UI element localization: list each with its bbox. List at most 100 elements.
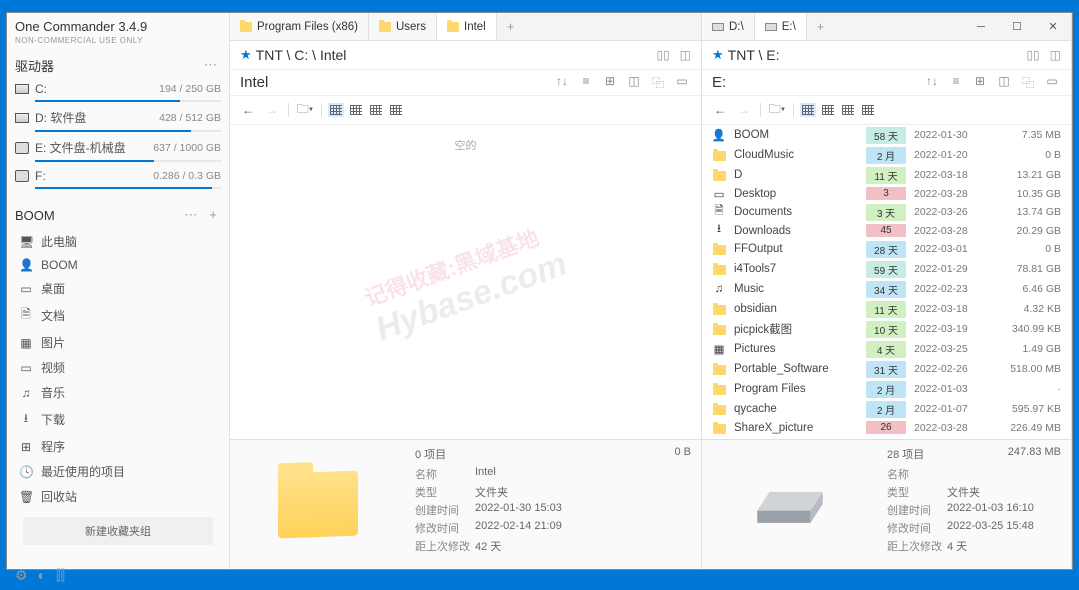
left-new-tab-button[interactable]: + xyxy=(497,19,525,34)
right-files[interactable]: 👤 BOOM 58 天 2022-01-30 7.35 MB CloudMusi… xyxy=(702,125,1071,439)
file-row[interactable]: ♫ Music 34 天 2022-02-23 6.46 GB xyxy=(702,279,1071,299)
right-new-tab-button[interactable]: + xyxy=(807,19,835,34)
panel-icon[interactable]: ◫ xyxy=(1050,48,1061,62)
fav-icon: 👤 xyxy=(19,258,33,272)
folder-icon xyxy=(379,22,391,32)
folder-up-button[interactable]: 🗀▾ xyxy=(767,100,787,120)
preview-icon[interactable]: ▭ xyxy=(1043,74,1061,91)
file-row[interactable]: Portable_Software 31 天 2022-02-26 518.00… xyxy=(702,359,1071,379)
drive-item[interactable]: E: 文件盘-机械盘 637 / 1000 GB xyxy=(15,136,221,159)
fav-item[interactable]: ⊞ 程序 xyxy=(15,434,221,459)
file-row[interactable]: ⭳ Downloads 45 2022-03-28 20.29 GB xyxy=(702,222,1071,239)
meta-label: 距上次修改 xyxy=(887,538,947,554)
back-button[interactable]: ← xyxy=(710,100,730,120)
tab[interactable]: Program Files (x86) xyxy=(230,13,369,40)
file-row[interactable]: obsidian 11 天 2022-03-18 4.32 KB xyxy=(702,299,1071,319)
fav-item[interactable]: ▦ 图片 xyxy=(15,330,221,355)
tab[interactable]: D:\ xyxy=(702,13,755,40)
view-list[interactable] xyxy=(348,103,364,117)
tab[interactable]: E:\ xyxy=(755,13,807,40)
file-size: 595.97 KB xyxy=(997,403,1061,415)
drive-item[interactable]: C: 194 / 250 GB xyxy=(15,79,221,99)
file-row[interactable]: i4Tools7 59 天 2022-01-29 78.81 GB xyxy=(702,259,1071,279)
preview-icon[interactable]: ▭ xyxy=(673,74,691,91)
filter-icon[interactable]: ≡ xyxy=(947,74,965,91)
file-row[interactable]: 👤 BOOM 58 天 2022-01-30 7.35 MB xyxy=(702,125,1071,145)
columns-icon[interactable]: ▯▯ xyxy=(656,48,669,62)
fav-item[interactable]: ▭ 视频 xyxy=(15,355,221,380)
file-row[interactable]: picpick截图 10 天 2022-03-19 340.99 KB xyxy=(702,319,1071,339)
close-button[interactable]: ✕ xyxy=(1035,13,1071,41)
meta-value: 文件夹 xyxy=(475,484,691,500)
file-size: 1.49 GB xyxy=(997,343,1061,355)
view-details[interactable] xyxy=(328,103,344,117)
right-tabs: D:\ E:\ + ─ ☐ ✕ xyxy=(702,13,1071,41)
copy-icon[interactable]: ⿻ xyxy=(649,74,667,91)
file-size: 6.46 GB xyxy=(997,283,1061,295)
file-row[interactable]: qycache 2 月 2022-01-07 595.97 KB xyxy=(702,399,1071,419)
folder-up-button[interactable]: 🗀▾ xyxy=(295,100,315,120)
file-row[interactable]: CloudMusic 2 月 2022-01-20 0 B xyxy=(702,145,1071,165)
file-type-icon: 👤 xyxy=(712,128,726,142)
file-name: ShareX_picture xyxy=(734,422,858,434)
star-icon[interactable]: ★ xyxy=(240,47,252,63)
folder-icon xyxy=(713,245,726,255)
new-fav-group-button[interactable]: 新建收藏夹组 xyxy=(23,517,213,545)
fav-item[interactable]: 🖥 此电脑 xyxy=(15,229,221,254)
forward-button[interactable]: → xyxy=(262,100,282,120)
refresh-icon[interactable]: ◫ xyxy=(625,74,643,91)
file-row[interactable]: 🗎 Documents 3 天 2022-03-26 13.74 GB xyxy=(702,202,1071,222)
forward-button[interactable]: → xyxy=(734,100,754,120)
refresh-icon[interactable]: ◫ xyxy=(995,74,1013,91)
view-small[interactable] xyxy=(368,103,384,117)
drive-item[interactable]: D: 软件盘 428 / 512 GB xyxy=(15,106,221,129)
drives-more-icon[interactable]: ⋯ xyxy=(200,55,221,75)
file-row[interactable]: ▦ Pictures 4 天 2022-03-25 1.49 GB xyxy=(702,339,1071,359)
view-large[interactable] xyxy=(860,103,876,117)
maximize-button[interactable]: ☐ xyxy=(999,13,1035,41)
copy-icon[interactable]: ⿻ xyxy=(1019,74,1037,91)
left-path[interactable]: TNT \ C: \ Intel xyxy=(256,47,653,63)
drive-item[interactable]: F: 0.286 / 0.3 GB xyxy=(15,166,221,186)
minimize-button[interactable]: ─ xyxy=(963,13,999,41)
file-row[interactable]: FFOutput 28 天 2022-03-01 0 B xyxy=(702,239,1071,259)
fav-item[interactable]: 🕓 最近使用的项目 xyxy=(15,459,221,484)
view-large[interactable] xyxy=(388,103,404,117)
view-list[interactable] xyxy=(820,103,836,117)
fav-item[interactable]: ⭳ 下载 xyxy=(15,405,221,434)
fav-more-icon[interactable]: ⋯ xyxy=(180,205,201,225)
columns-icon[interactable]: ▯▯ xyxy=(1026,48,1039,62)
file-age: 11 天 xyxy=(866,167,906,184)
panel-icon[interactable]: ◫ xyxy=(680,48,691,62)
view-details[interactable] xyxy=(800,103,816,117)
file-row[interactable]: D 11 天 2022-03-18 13.21 GB xyxy=(702,165,1071,185)
back-button[interactable]: ← xyxy=(238,100,258,120)
view-small[interactable] xyxy=(840,103,856,117)
right-path[interactable]: TNT \ E: xyxy=(728,47,1023,63)
star-icon[interactable]: ★ xyxy=(712,47,724,63)
fav-item[interactable]: ▭ 桌面 xyxy=(15,276,221,301)
filter-icon[interactable]: ≡ xyxy=(577,74,595,91)
file-name: Desktop xyxy=(734,188,858,200)
tab-label: E:\ xyxy=(782,21,796,33)
sort-icon[interactable]: ↑↓ xyxy=(553,74,571,91)
fav-item[interactable]: ♫ 音乐 xyxy=(15,380,221,405)
fav-item[interactable]: 🗑 回收站 xyxy=(15,484,221,509)
favorites-label: BOOM xyxy=(15,208,55,223)
folder-icon xyxy=(713,424,726,434)
file-row[interactable]: Program Files 2 月 2022-01-03 · xyxy=(702,379,1071,399)
new-icon[interactable]: ⊞ xyxy=(971,74,989,91)
sort-icon[interactable]: ↑↓ xyxy=(923,74,941,91)
file-type-icon: ⭳ xyxy=(717,221,721,240)
drive-icon xyxy=(15,111,29,125)
new-icon[interactable]: ⊞ xyxy=(601,74,619,91)
tab[interactable]: Users xyxy=(369,13,437,40)
file-row[interactable]: ShareX_picture 26 2022-03-28 226.49 MB xyxy=(702,419,1071,436)
fav-add-icon[interactable]: + xyxy=(205,205,221,225)
file-row[interactable]: ▭ Desktop 3 2022-03-28 10.35 GB xyxy=(702,185,1071,202)
tab[interactable]: Intel xyxy=(437,13,497,40)
fav-label: 程序 xyxy=(41,438,65,455)
drive-icon xyxy=(15,82,29,96)
fav-item[interactable]: 🗎 文档 xyxy=(15,301,221,330)
fav-item[interactable]: 👤 BOOM xyxy=(15,254,221,276)
